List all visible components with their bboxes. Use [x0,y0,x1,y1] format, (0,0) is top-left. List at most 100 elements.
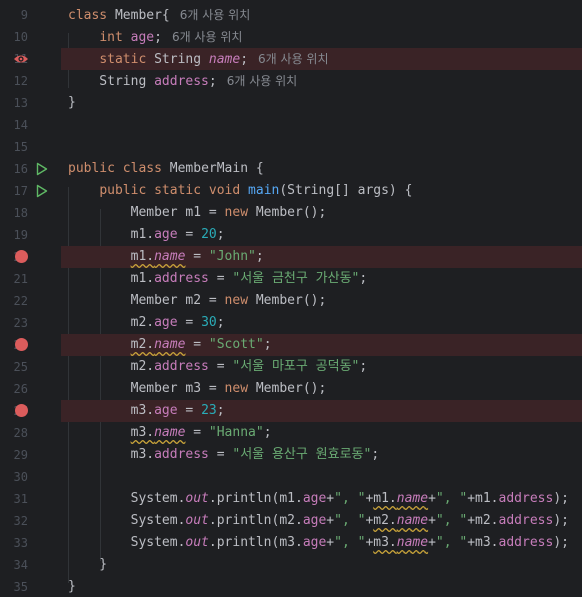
code-token: "Hanna" [208,425,264,440]
code-text[interactable]: Member m3 = new Member(); [68,378,327,400]
code-line[interactable]: 13} [0,92,582,114]
run-gutter-icon[interactable] [36,162,48,176]
code-text[interactable]: public static void main(String[] args) { [68,180,412,202]
gutter-cell[interactable]: 17 [0,180,61,202]
code-token: name [396,513,429,528]
code-line[interactable]: 10 int age; 6개 사용 위치 [0,26,582,48]
code-line[interactable]: 34 } [0,554,582,576]
code-line[interactable]: 20 m1.name = "John"; [0,246,582,268]
gutter-cell[interactable]: 34 [0,554,61,576]
code-text[interactable]: Member m2 = new Member(); [68,290,327,312]
code-text[interactable]: m2.age = 30; [68,312,225,334]
code-line[interactable]: 15 [0,136,582,158]
code-text[interactable]: m1.name = "John"; [68,246,264,268]
gutter-cell[interactable]: 35 [0,576,61,597]
code-editor[interactable]: 9 class Member{6개 사용 위치 10 int age; 6개 사용 위… [0,0,582,597]
gutter-cell[interactable]: 19 [0,224,61,246]
code-token: + [326,535,335,550]
code-text[interactable]: String address; 6개 사용 위치 [68,70,297,93]
gutter-cell[interactable]: 9 [0,4,61,26]
code-token: m1. [130,249,155,264]
code-text[interactable]: m3.name = "Hanna"; [68,422,272,444]
gutter-cell[interactable]: 14 [0,114,61,136]
code-token: } [68,557,108,572]
gutter-cell[interactable]: 12 [0,70,61,92]
gutter-cell[interactable]: 25 [0,356,61,378]
code-token: = [185,337,209,352]
code-text[interactable]: class Member{6개 사용 위치 [68,4,250,27]
code-line[interactable]: 35} [0,576,582,597]
gutter-cell[interactable]: 21 [0,268,61,290]
code-token: Member m1 = [68,205,225,220]
gutter-cell[interactable]: 10 [0,26,61,48]
gutter-cell[interactable]: 16 [0,158,61,180]
gutter-cell[interactable]: 32 [0,510,61,532]
gutter-cell[interactable]: 24 [0,334,61,356]
gutter-cell[interactable]: 15 [0,136,61,158]
gutter-cell[interactable]: 22 [0,290,61,312]
gutter-cell[interactable]: 20 [0,246,61,268]
code-text[interactable]: Member m1 = new Member(); [68,202,327,224]
code-line[interactable]: 16 public class MemberMain { [0,158,582,180]
code-line[interactable]: 9 class Member{6개 사용 위치 [0,4,582,26]
usage-hint[interactable]: 6개 사용 위치 [227,74,297,88]
gutter-cell[interactable]: 33 [0,532,61,554]
code-token: } [68,95,76,110]
code-line[interactable]: 22 Member m2 = new Member(); [0,290,582,312]
code-line[interactable]: 23 m2.age = 30; [0,312,582,334]
code-text[interactable]: m2.address = "서울 마포구 공덕동"; [68,356,368,378]
gutter-cell[interactable]: 27 [0,400,61,422]
breakpoint-icon[interactable] [15,338,28,351]
gutter-cell[interactable]: 13 [0,92,61,114]
code-text[interactable]: } [68,576,76,597]
code-text[interactable]: static String name; 6개 사용 위치 [68,48,328,71]
code-token: m1. [373,491,397,506]
code-line[interactable]: 29 m3.address = "서울 용산구 원효로동"; [0,444,582,466]
code-text[interactable]: m3.address = "서울 용산구 원효로동"; [68,444,380,466]
gutter-cell[interactable]: 31 [0,488,61,510]
code-text[interactable]: } [68,92,76,114]
code-line[interactable]: 28 m3.name = "Hanna"; [0,422,582,444]
code-line[interactable]: 17 public static void main(String[] args… [0,180,582,202]
code-text[interactable]: m3.age = 23; [68,400,225,422]
code-line[interactable]: 21 m1.address = "서울 금천구 가산동"; [0,268,582,290]
code-text[interactable]: System.out.println(m1.age+", "+m1.name+"… [68,488,569,510]
usage-hint[interactable]: 6개 사용 위치 [172,30,242,44]
code-line[interactable]: 19 m1.age = 20; [0,224,582,246]
gutter-cell[interactable]: 26 [0,378,61,400]
usage-hint[interactable]: 6개 사용 위치 [258,52,328,66]
gutter-cell[interactable]: 30 [0,466,61,488]
line-number: 15 [13,140,28,154]
gutter-cell[interactable]: 23 [0,312,61,334]
code-line[interactable]: 11 static String name; 6개 사용 위치 [0,48,582,70]
code-line[interactable]: 27 m3.age = 23; [0,400,582,422]
code-line[interactable]: 14 [0,114,582,136]
watchpoint-eye-icon[interactable] [13,52,29,66]
gutter-cell[interactable]: 11 [0,48,61,70]
code-text[interactable]: } [68,554,107,576]
code-text[interactable]: public class MemberMain { [68,158,264,180]
code-line[interactable]: 24 m2.name = "Scott"; [0,334,582,356]
code-line[interactable]: 30 [0,466,582,488]
code-text[interactable]: m1.address = "서울 금천구 가산동"; [68,268,368,290]
code-line[interactable]: 26 Member m3 = new Member(); [0,378,582,400]
gutter-cell[interactable]: 29 [0,444,61,466]
usage-hint[interactable]: 6개 사용 위치 [180,8,250,22]
code-text[interactable]: System.out.println(m3.age+", "+m3.name+"… [68,532,569,554]
code-text[interactable]: m2.name = "Scott"; [68,334,272,356]
run-gutter-icon[interactable] [36,184,48,198]
code-line[interactable]: 18 Member m1 = new Member(); [0,202,582,224]
code-line[interactable]: 33 System.out.println(m3.age+", "+m3.nam… [0,532,582,554]
code-line[interactable]: 25 m2.address = "서울 마포구 공덕동"; [0,356,582,378]
code-line[interactable]: 12 String address; 6개 사용 위치 [0,70,582,92]
code-text[interactable]: System.out.println(m2.age+", "+m2.name+"… [68,510,569,532]
breakpoint-icon[interactable] [15,404,28,417]
code-line[interactable]: 31 System.out.println(m1.age+", "+m1.nam… [0,488,582,510]
code-text[interactable]: int age; 6개 사용 위치 [68,26,242,49]
line-number: 12 [13,74,28,88]
code-text[interactable]: m1.age = 20; [68,224,225,246]
gutter-cell[interactable]: 18 [0,202,61,224]
code-line[interactable]: 32 System.out.println(m2.age+", "+m2.nam… [0,510,582,532]
breakpoint-icon[interactable] [15,250,28,263]
gutter-cell[interactable]: 28 [0,422,61,444]
